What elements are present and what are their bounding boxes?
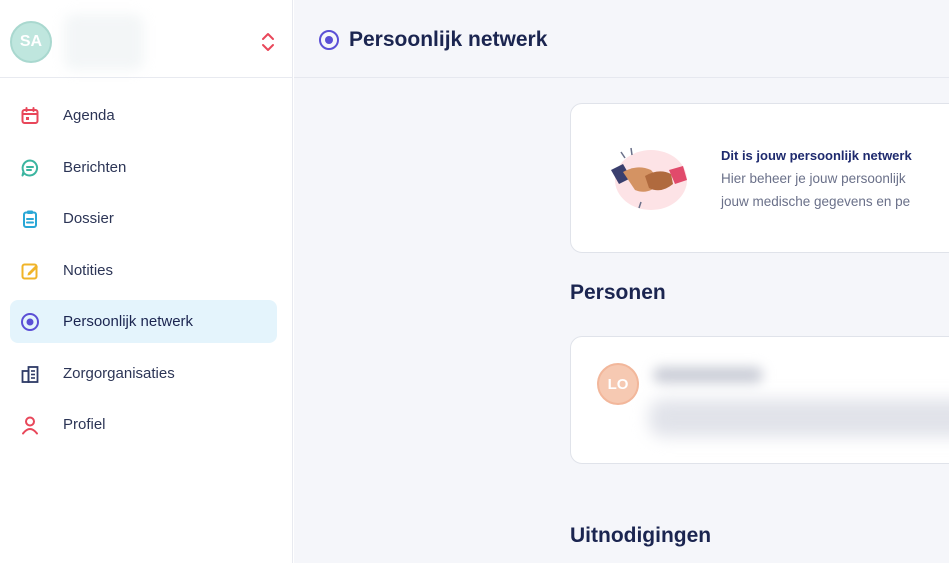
clipboard-icon (23, 210, 37, 228)
info-card-text-line-2: jouw medische gegevens en pe (721, 194, 911, 209)
sidebar-item-persoonlijk-netwerk[interactable]: Persoonlijk netwerk (10, 300, 277, 343)
handshake-illustration-icon (611, 147, 687, 210)
sidebar-item-label: Berichten (63, 158, 127, 176)
sidebar-item-zorgorganisaties[interactable]: Zorgorganisaties (10, 352, 277, 395)
message-icon (21, 159, 39, 176)
account-avatar[interactable]: SA (10, 21, 52, 63)
network-icon (319, 30, 339, 50)
note-icon (21, 263, 38, 279)
sidebar-item-label: Dossier (63, 210, 114, 227)
sidebar-item-dossier[interactable]: Dossier (10, 197, 277, 240)
building-icon (21, 365, 39, 383)
info-card: Dit is jouw persoonlijk netwerk Hier beh… (570, 103, 949, 253)
sidebar-item-profiel[interactable]: Profiel (10, 403, 277, 446)
main-content: Persoonlijk netwerk Dit is jouw persoonl… (294, 0, 949, 563)
account-name-redacted (64, 14, 144, 70)
sidebar: SA Agenda Berichten Dossier Notities Per… (0, 0, 293, 563)
person-icon (22, 416, 38, 435)
network-icon (21, 313, 39, 331)
calendar-icon (21, 107, 39, 124)
info-card-text-line-1: Hier beheer je jouw persoonlijk (721, 171, 906, 186)
sidebar-item-label: Persoonlijk netwerk (63, 313, 194, 330)
account-switcher[interactable]: SA (0, 0, 293, 78)
sidebar-nav: Agenda Berichten Dossier Notities Persoo… (10, 94, 277, 455)
sidebar-item-label: Agenda (63, 107, 115, 124)
sidebar-item-label: Zorgorganisaties (63, 364, 175, 382)
page-title: Persoonlijk netwerk (349, 28, 548, 51)
sidebar-item-notities[interactable]: Notities (10, 249, 277, 292)
section-title-uitnodigingen: Uitnodigingen (570, 524, 712, 547)
person-details-redacted (649, 399, 949, 437)
sidebar-item-label: Profiel (63, 416, 106, 433)
section-title-personen: Personen (570, 281, 666, 304)
sidebar-item-agenda[interactable]: Agenda (10, 94, 277, 137)
chevron-up-down-icon[interactable] (259, 30, 277, 54)
sidebar-item-berichten[interactable]: Berichten (10, 146, 277, 189)
sidebar-item-label: Notities (63, 261, 114, 279)
avatar: LO (597, 363, 639, 405)
page-header: Persoonlijk netwerk (294, 0, 949, 78)
person-name-redacted (653, 367, 763, 383)
info-card-title: Dit is jouw persoonlijk netwerk (721, 148, 912, 163)
person-card[interactable]: LO (570, 336, 949, 464)
